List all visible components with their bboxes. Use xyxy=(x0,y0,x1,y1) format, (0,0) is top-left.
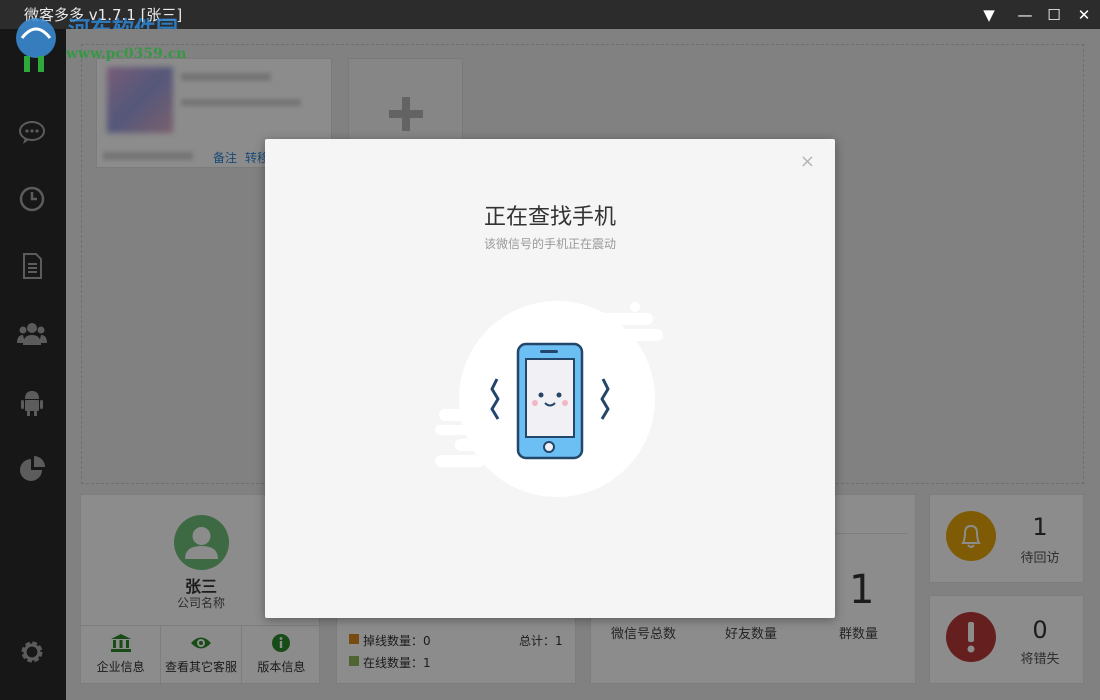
close-dialog-button[interactable]: × xyxy=(800,151,815,172)
logo-icon xyxy=(16,18,56,72)
watermark-url: www.pc0359.cn xyxy=(66,46,187,62)
dialog-title: 正在查找手机 xyxy=(483,205,616,230)
dialog-subtitle: 该微信号的手机正在震动 xyxy=(483,237,616,251)
title-bar: 微客多多 v1.7.1 [张三] 河东软件园 ▼ — ☐ ✕ xyxy=(0,0,1100,43)
vibrating-phone-illustration xyxy=(435,301,663,497)
close-button[interactable]: ✕ xyxy=(1075,6,1093,24)
minimize-button[interactable]: — xyxy=(1016,6,1034,24)
dropdown-icon[interactable]: ▼ xyxy=(980,6,998,24)
maximize-button[interactable]: ☐ xyxy=(1045,6,1063,24)
find-phone-dialog: × 正在查找手机 该微信号的手机正在震动 xyxy=(265,139,835,618)
